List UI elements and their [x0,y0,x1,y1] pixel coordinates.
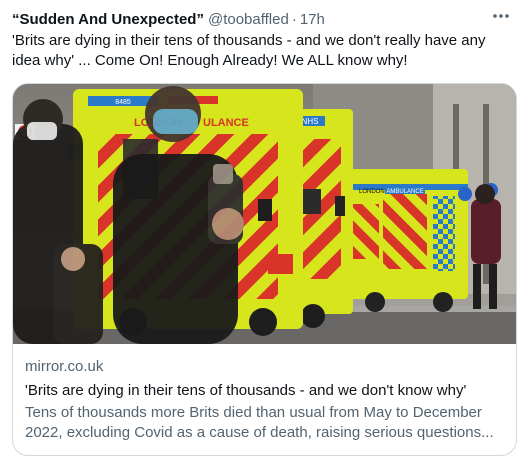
card-title[interactable]: 'Brits are dying in their tens of thousa… [25,381,504,401]
ambulance-back-label: AMBULANCE [386,189,423,195]
card-domain: mirror.co.uk [25,358,104,375]
card-image[interactable]: AMBULANCE LONDON NHS 8485 ULANCE [13,84,516,344]
tweet[interactable]: “Sudden And Unexpected” @toobaffled · 17… [0,0,531,465]
nhs-label: NHS [302,117,319,126]
tweet-header: “Sudden And Unexpected” @toobaffled · 17… [12,8,519,30]
plate-number: 8485 [115,99,131,106]
tweet-text: 'Brits are dying in their tens of thousa… [12,32,486,69]
ambulance-front-label: ULANCE [203,117,249,129]
more-dots [493,14,509,18]
more-horizontal-icon[interactable] [489,6,513,26]
tweet-timestamp[interactable]: 17h [300,11,325,28]
ambulance-photo: AMBULANCE LONDON NHS 8485 ULANCE [13,84,516,344]
card-description: Tens of thousands more Brits died than u… [25,404,494,441]
card-body[interactable]: mirror.co.uk 'Brits are dying in their t… [13,344,516,443]
link-card[interactable]: AMBULANCE LONDON NHS 8485 ULANCE mirror.… [12,83,517,456]
author-name[interactable]: “Sudden And Unexpected” [12,11,204,28]
author-handle[interactable]: @toobaffled [208,11,289,28]
london-back-label: LONDON [359,189,385,195]
separator-dot: · [291,10,297,28]
